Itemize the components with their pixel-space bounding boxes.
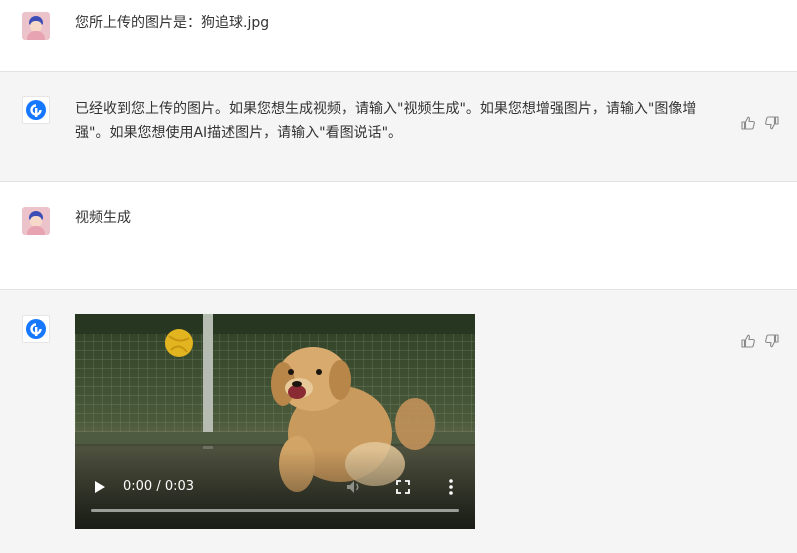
play-icon[interactable] [93,479,107,495]
message-user-1: 您所上传的图片是：狗追球.jpg [0,0,797,71]
user-avatar-icon [22,12,50,40]
video-progress-bar[interactable] [91,509,459,512]
bot-logo-icon [22,96,50,124]
message-assistant-1: 已经收到您上传的图片。如果您想生成视频，请输入"视频生成"。如果您想增强图片，请… [0,71,797,181]
message-text: 您所上传的图片是：狗追球.jpg [75,15,270,31]
thumbs-down-icon[interactable] [764,333,780,349]
video-time: 0:00 / 0:03 [123,479,195,494]
video-player[interactable]: 0:00 / 0:03 [75,314,475,529]
thumbs-up-icon[interactable] [740,333,756,349]
video-controls: 0:00 / 0:03 [75,449,475,529]
more-vertical-icon[interactable] [445,478,457,496]
volume-icon[interactable] [345,478,363,496]
message-text: 视频生成 [75,210,131,226]
thumbs-up-icon[interactable] [740,115,756,131]
bot-logo-icon [22,315,50,343]
message-text: 已经收到您上传的图片。如果您想生成视频，请输入"视频生成"。如果您想增强图片，请… [75,101,697,141]
message-user-2: 视频生成 [0,181,797,289]
fullscreen-icon[interactable] [395,479,411,495]
thumbs-down-icon[interactable] [764,115,780,131]
user-avatar-icon [22,207,50,235]
